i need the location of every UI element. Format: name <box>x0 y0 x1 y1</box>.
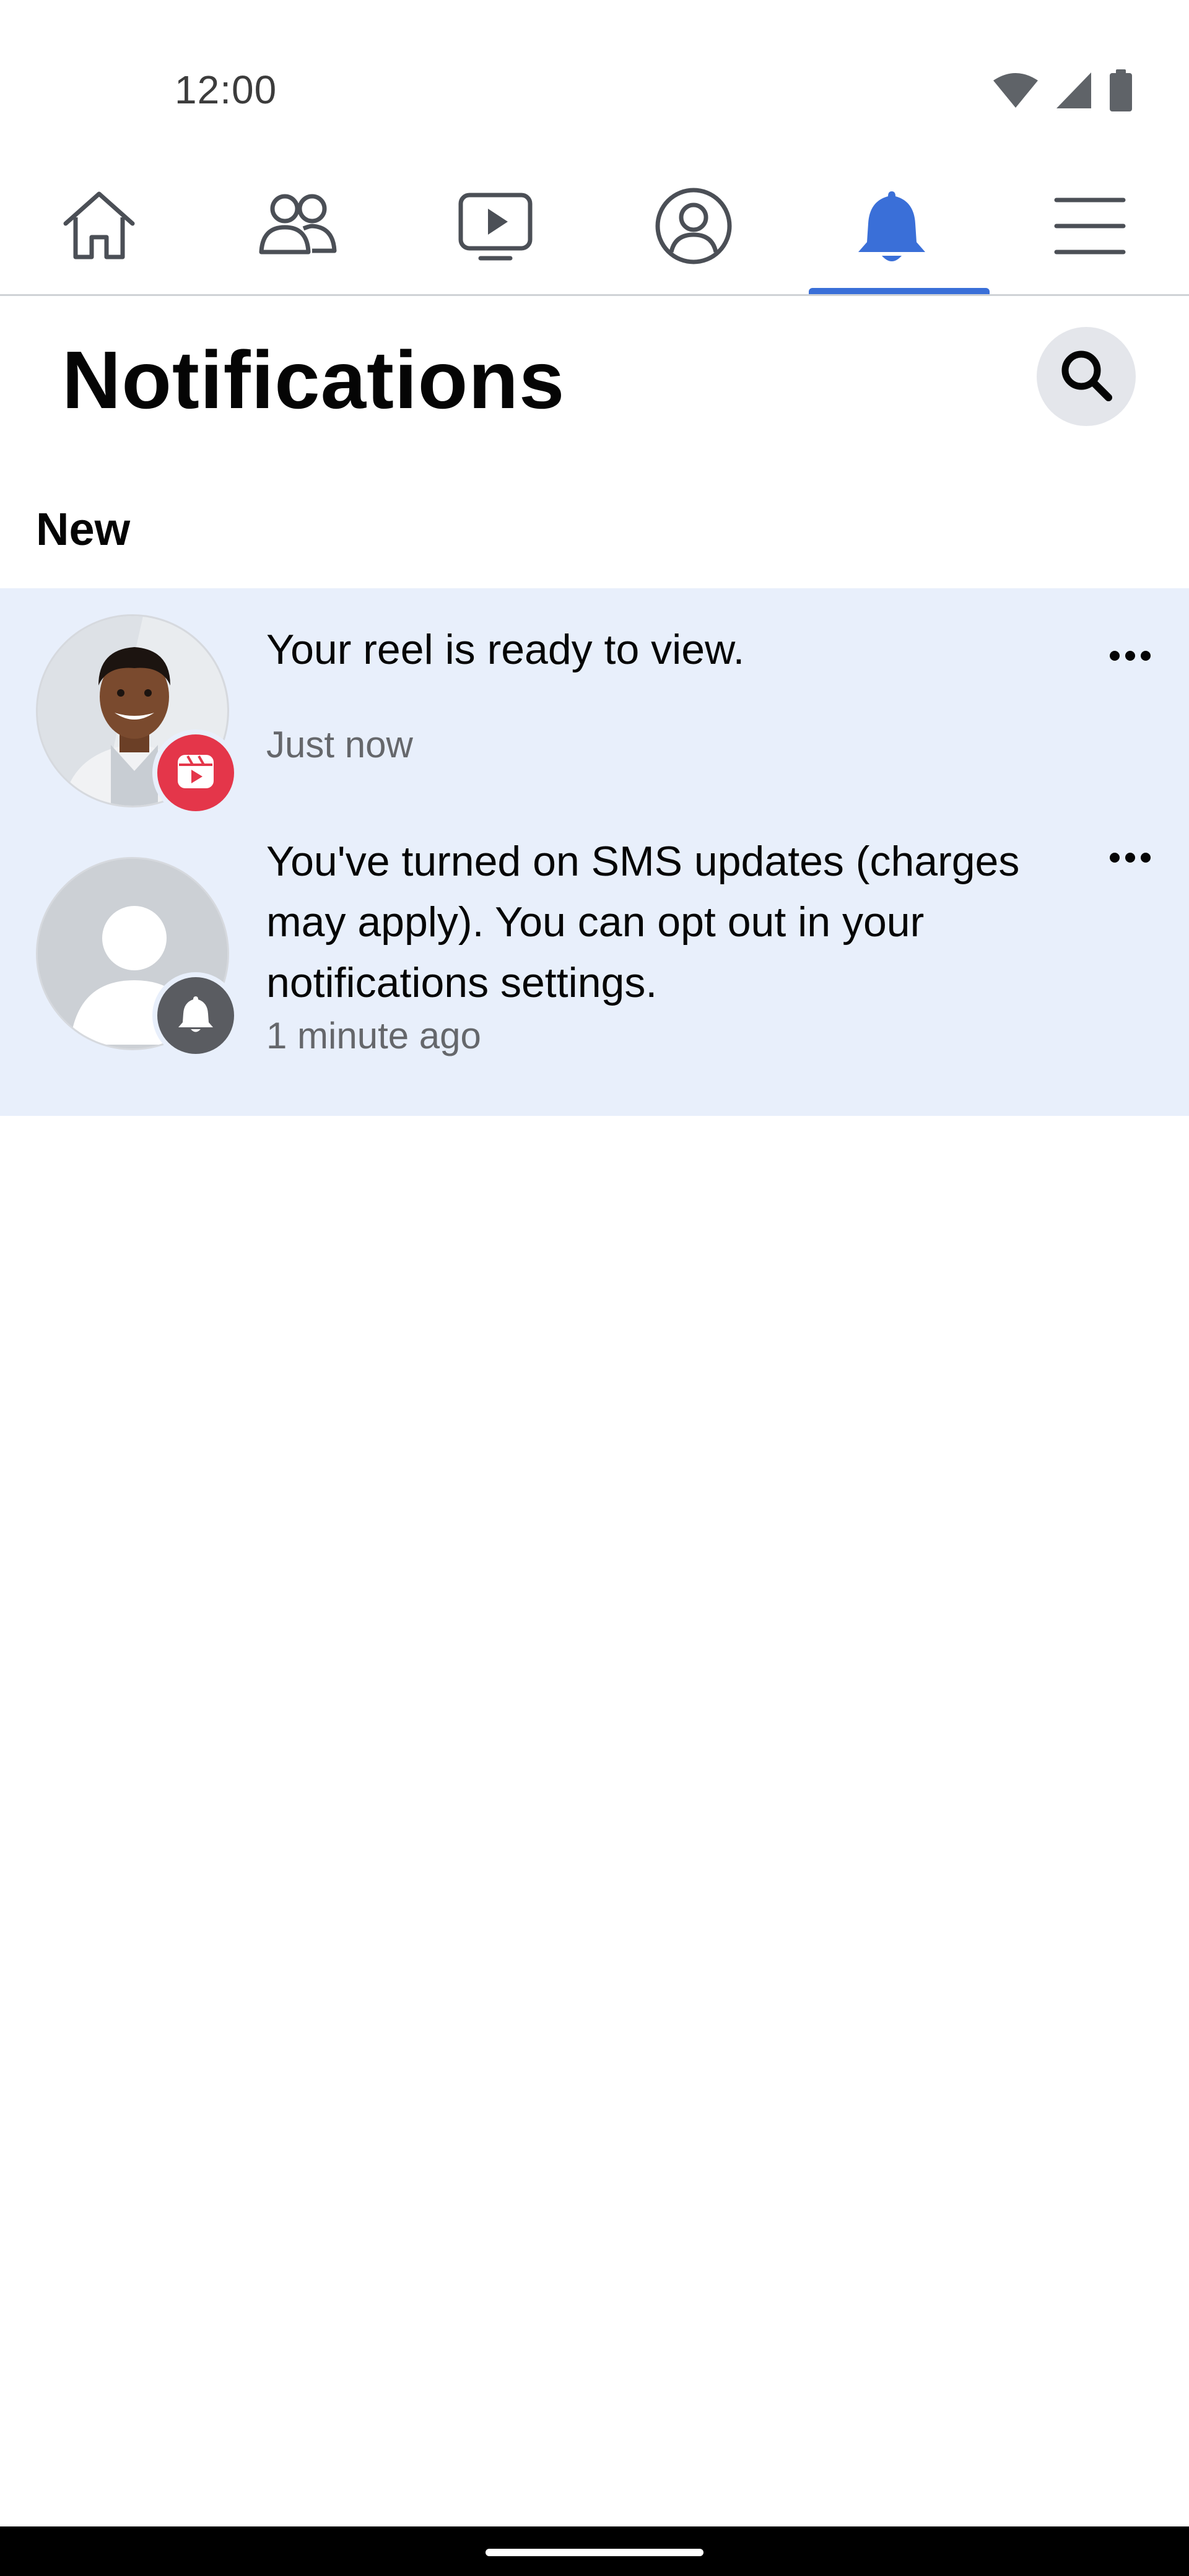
more-horizontal-icon <box>1108 650 1152 665</box>
more-options-button[interactable] <box>1090 831 1170 887</box>
notification-text: Your reel is ready to view. <box>266 626 745 673</box>
notifications-screen: 12:00 Notifications New Your reel is rea… <box>0 0 1189 2576</box>
top-tab-bar <box>0 161 1189 296</box>
section-heading-new: New <box>36 503 131 555</box>
tab-video[interactable] <box>396 161 594 294</box>
reel-icon <box>174 750 217 796</box>
page-title: Notifications <box>62 334 565 425</box>
search-icon <box>1056 346 1116 408</box>
tab-profile[interactable] <box>594 161 793 294</box>
home-icon <box>56 183 142 272</box>
avatar <box>36 614 239 816</box>
status-time: 12:00 <box>175 67 277 112</box>
search-button[interactable] <box>1037 327 1136 426</box>
notification-list: Your reel is ready to view. Just now You… <box>0 588 1189 1116</box>
notification-item[interactable]: Your reel is ready to view. Just now <box>0 588 1189 831</box>
tab-friends[interactable] <box>198 161 396 294</box>
bell-icon <box>848 183 935 272</box>
profile-icon <box>650 183 737 272</box>
bell-icon <box>174 993 217 1039</box>
status-icons <box>992 69 1133 115</box>
notification-time: 1 minute ago <box>266 1015 481 1056</box>
menu-icon <box>1047 183 1133 272</box>
reel-badge <box>152 729 239 816</box>
more-horizontal-icon <box>1108 851 1152 867</box>
notification-text: You've turned on SMS updates (charges ma… <box>266 838 1020 1006</box>
system-navigation-bar <box>0 2526 1189 2576</box>
battery-icon <box>1108 69 1133 115</box>
bell-badge <box>152 972 239 1059</box>
more-options-button[interactable] <box>1090 629 1170 685</box>
status-bar: 12:00 <box>0 0 1189 161</box>
tab-home[interactable] <box>0 161 198 294</box>
tab-menu[interactable] <box>991 161 1189 294</box>
active-tab-indicator <box>809 288 990 294</box>
notification-time: Just now <box>266 724 413 765</box>
friends-icon <box>254 183 341 272</box>
page-header: Notifications <box>0 296 1189 451</box>
home-gesture-handle[interactable] <box>486 2549 703 2556</box>
notification-item[interactable]: You've turned on SMS updates (charges ma… <box>0 831 1189 1116</box>
cellular-signal-icon <box>1055 71 1092 113</box>
wifi-icon <box>992 72 1039 112</box>
video-icon <box>452 183 539 272</box>
tab-notifications[interactable] <box>793 161 991 294</box>
avatar <box>36 857 239 1059</box>
